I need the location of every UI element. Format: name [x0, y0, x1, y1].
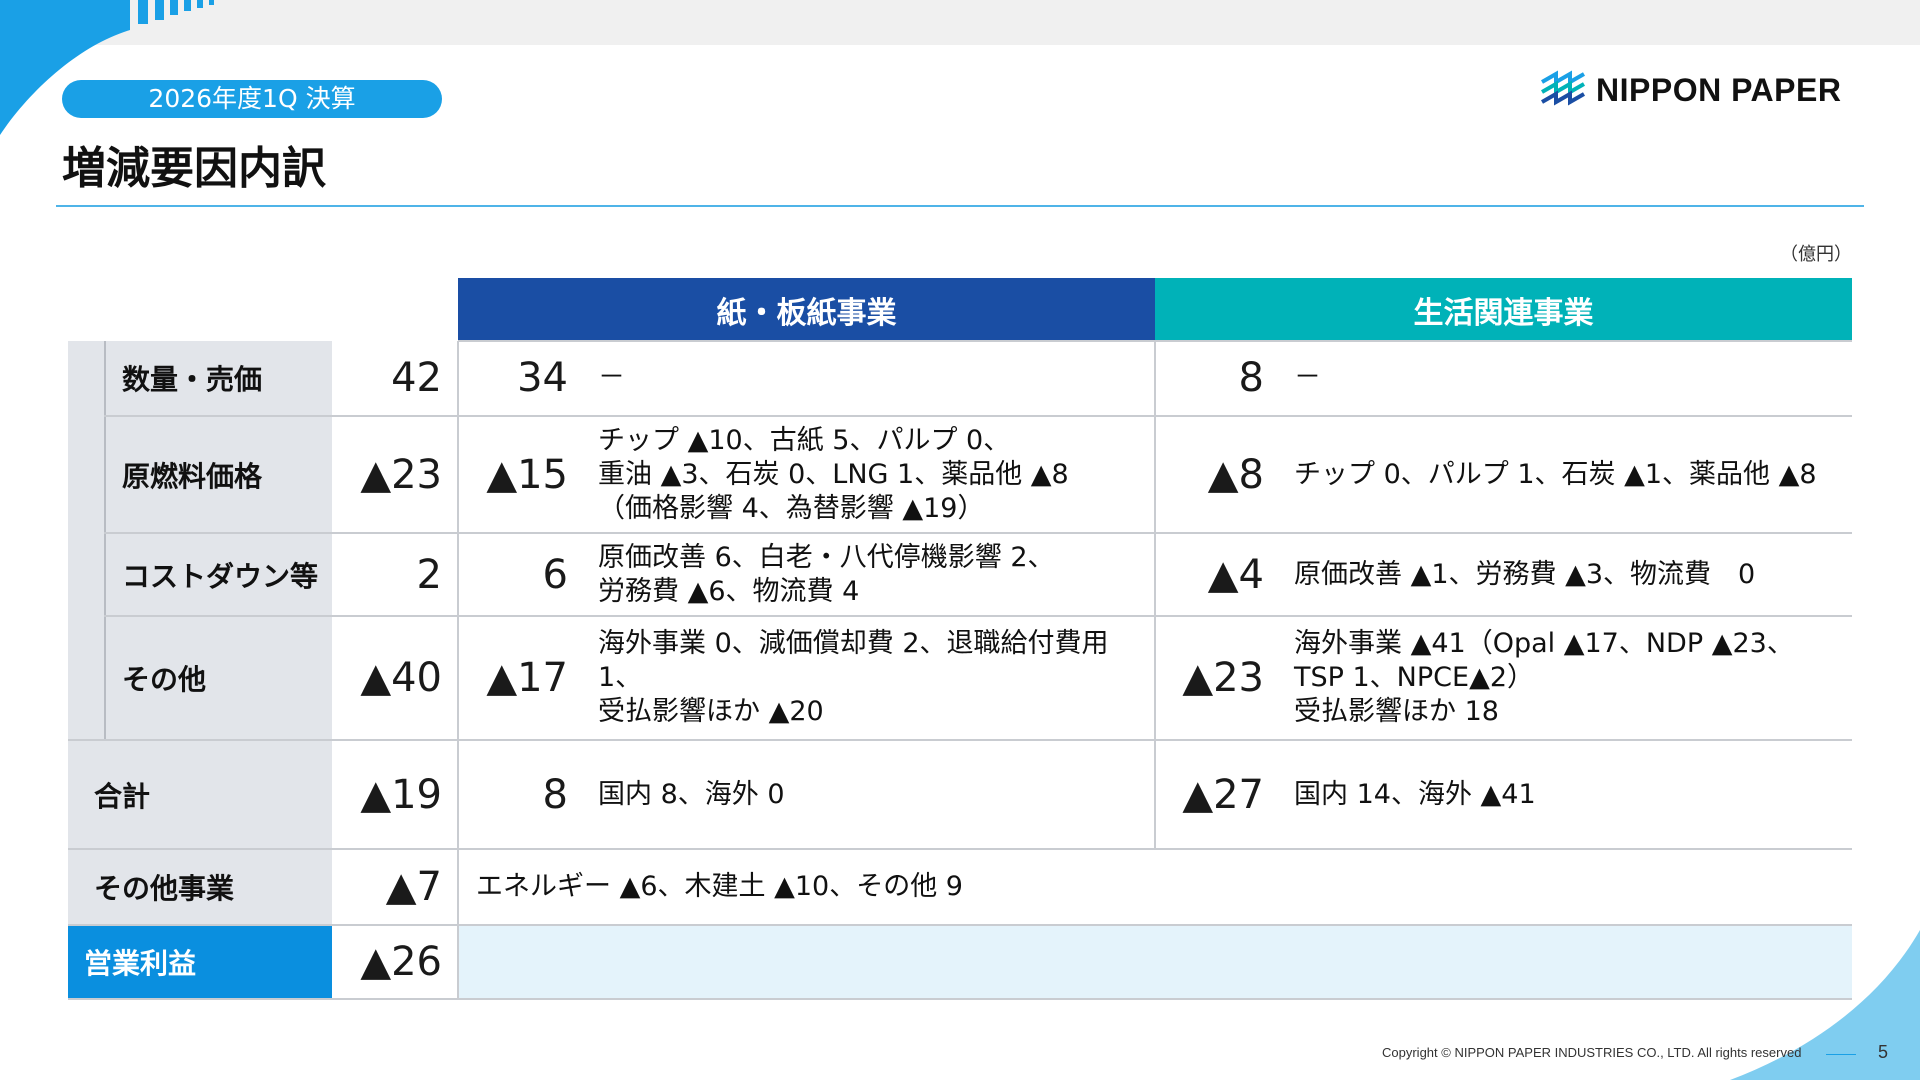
paper-detail-text: チップ ▲10、古紙 5、パルプ 0、 重油 ▲3、石炭 0、LNG 1、薬品他…: [598, 424, 1069, 524]
copyright-text: Copyright © NIPPON PAPER INDUSTRIES CO.,…: [1382, 1045, 1802, 1060]
paper-detail-text: －: [598, 362, 625, 393]
life-detail-text: －: [1294, 362, 1321, 393]
paper-value: 34: [517, 355, 568, 401]
life-detail: 原価改善 ▲1、労務費 ▲3、物流費 0: [1294, 534, 1849, 615]
operating-profit-total: ▲26: [360, 939, 442, 985]
paper-detail-text: 海外事業 0、減価償却費 2、退職給付費用 1、 受払影響ほか ▲20: [598, 628, 1109, 727]
paper-detail-text: 国内 8、海外 0: [598, 778, 785, 810]
other-business-detail: エネルギー ▲6、木建土 ▲10、その他 9: [476, 871, 963, 902]
breakdown-indent-bar: [104, 341, 106, 740]
life-value: ▲4: [1207, 551, 1264, 598]
divider-vertical: [1154, 341, 1156, 849]
unit-label: （億円）: [1780, 244, 1852, 265]
nippon-paper-logo-icon: [1541, 70, 1585, 106]
period-badge: 2026年度1Q 決算: [62, 80, 442, 118]
paper-value: 6: [542, 551, 568, 598]
other-business-total: ▲7: [385, 864, 442, 910]
company-logo: NIPPON PAPER: [1540, 66, 1841, 114]
top-band: [0, 0, 1920, 45]
row-total: ▲19: [360, 771, 442, 818]
paper-detail: 海外事業 0、減価償却費 2、退職給付費用 1、 受払影響ほか ▲20: [598, 617, 1153, 739]
life-value: ▲23: [1182, 655, 1264, 701]
life-detail: 海外事業 ▲41（Opal ▲17、NDP ▲23、 TSP 1、NPCE▲2）…: [1294, 617, 1849, 739]
paper-value: ▲15: [486, 451, 568, 498]
divider-vertical: [457, 850, 459, 998]
life-detail-text: 海外事業 ▲41（Opal ▲17、NDP ▲23、 TSP 1、NPCE▲2）…: [1294, 628, 1794, 727]
page-number-rule: [1826, 1054, 1856, 1055]
row-label: その他: [122, 663, 207, 696]
row-label: 数量・売価: [122, 363, 263, 396]
life-value: ▲8: [1207, 451, 1264, 498]
page-number: 5: [1878, 1042, 1889, 1062]
logo-text: NIPPON PAPER: [1596, 71, 1842, 108]
operating-profit-detail-cell: [458, 925, 1852, 999]
life-detail-text: 原価改善 ▲1、労務費 ▲3、物流費 0: [1294, 558, 1756, 590]
life-detail: チップ 0、パルプ 1、石炭 ▲1、薬品他 ▲8: [1294, 417, 1849, 532]
paper-detail: －: [598, 341, 1153, 415]
row-total: 42: [391, 355, 442, 401]
column-header-life: 生活関連事業: [1155, 278, 1852, 341]
row-label: 原燃料価格: [122, 459, 263, 493]
row-label: コストダウン等: [122, 559, 319, 593]
paper-value: ▲17: [486, 655, 568, 701]
column-header-paper: 紙・板紙事業: [458, 278, 1155, 341]
row-total: 2: [416, 551, 442, 598]
paper-detail-text: 原価改善 6、白老・八代停機影響 2、 労務費 ▲6、物流費 4: [598, 541, 1055, 607]
life-value: 8: [1238, 355, 1264, 401]
life-detail-text: チップ 0、パルプ 1、石炭 ▲1、薬品他 ▲8: [1294, 458, 1817, 490]
life-detail: 国内 14、海外 ▲41: [1294, 741, 1849, 848]
page-title: 増減要因内訳: [62, 143, 326, 194]
row-total: ▲40: [360, 655, 442, 701]
row-label: 合計: [94, 779, 151, 813]
operating-profit-label: 営業利益: [84, 947, 197, 980]
title-rule: [56, 205, 1864, 207]
life-detail-text: 国内 14、海外 ▲41: [1294, 778, 1536, 810]
life-value: ▲27: [1182, 771, 1264, 818]
paper-detail: 原価改善 6、白老・八代停機影響 2、 労務費 ▲6、物流費 4: [598, 534, 1153, 615]
other-business-label: その他事業: [94, 872, 235, 905]
paper-detail: チップ ▲10、古紙 5、パルプ 0、 重油 ▲3、石炭 0、LNG 1、薬品他…: [598, 417, 1153, 532]
paper-detail: 国内 8、海外 0: [598, 741, 1153, 848]
paper-value: 8: [542, 771, 568, 818]
row-total: ▲23: [360, 451, 442, 498]
life-detail: －: [1294, 341, 1849, 415]
